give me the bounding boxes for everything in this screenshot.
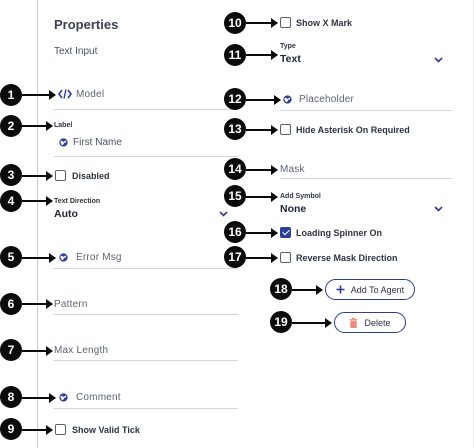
callout-18: 18 [270, 278, 292, 300]
max-length-underline [54, 360, 238, 361]
callout-11: 11 [224, 44, 246, 66]
callout-5-arrow [22, 253, 56, 263]
model-label: Model [76, 89, 105, 100]
callout-2: 2 [0, 115, 22, 137]
callout-7: 7 [0, 339, 22, 361]
disabled-label: Disabled [72, 171, 110, 181]
code-icon[interactable] [58, 89, 72, 99]
callout-13: 13 [224, 118, 246, 140]
callout-11-arrow [246, 50, 278, 60]
callout-19-arrow [292, 318, 332, 328]
reverse-mask-checkbox[interactable] [280, 252, 291, 263]
callout-12-arrow [246, 95, 281, 105]
hide-asterisk-checkbox[interactable] [280, 124, 291, 135]
text-direction-label: Text Direction [54, 198, 101, 205]
placeholder-underline [280, 110, 452, 111]
callout-12: 12 [224, 88, 246, 110]
callout-16-arrow [246, 228, 278, 238]
globe-icon[interactable] [59, 393, 68, 402]
callout-17-arrow [246, 253, 278, 263]
callout-7-arrow [22, 346, 53, 356]
callout-8: 8 [0, 386, 22, 408]
add-symbol-label: Add Symbol [280, 193, 321, 200]
text-direction-value[interactable]: Auto [54, 208, 78, 220]
callout-4: 4 [0, 190, 22, 212]
type-value[interactable]: Text [280, 53, 301, 65]
callout-3-arrow [22, 171, 53, 181]
comment-underline [54, 408, 238, 409]
hide-asterisk-label: Hide Asterisk On Required [296, 125, 410, 135]
callout-18-arrow [292, 285, 323, 295]
callout-16: 16 [224, 221, 246, 243]
loading-spinner-checkbox[interactable] [280, 227, 291, 238]
panel-left-border [37, 0, 38, 448]
show-valid-tick-checkbox[interactable] [55, 424, 66, 435]
callout-15-arrow [246, 192, 278, 202]
callout-6-arrow [22, 299, 53, 309]
globe-icon[interactable] [59, 138, 68, 147]
callout-9-arrow [22, 425, 53, 435]
show-valid-tick-label: Show Valid Tick [72, 425, 140, 435]
type-label: Type [280, 43, 296, 50]
callout-8-arrow [22, 393, 56, 403]
callout-10-arrow [246, 18, 278, 28]
max-length-input[interactable]: Max Length [54, 345, 108, 356]
label-underline [54, 156, 238, 157]
callout-4-arrow [22, 196, 53, 206]
error-msg-underline [54, 268, 238, 269]
delete-button[interactable]: Delete [334, 312, 406, 333]
globe-icon[interactable] [59, 253, 68, 262]
callout-1: 1 [0, 84, 22, 106]
mask-underline [280, 178, 452, 179]
label-field-label: Label [54, 122, 73, 129]
callout-14: 14 [224, 158, 246, 180]
pattern-input[interactable]: Pattern [54, 299, 88, 310]
panel-title: Properties [54, 17, 119, 32]
callout-13-arrow [246, 125, 278, 135]
comment-input[interactable]: Comment [76, 392, 121, 403]
disabled-checkbox[interactable] [55, 170, 66, 181]
add-symbol-value[interactable]: None [280, 203, 306, 215]
callout-9: 9 [0, 418, 22, 440]
callout-15: 15 [224, 185, 246, 207]
pattern-underline [54, 314, 238, 315]
chevron-down-icon[interactable] [219, 211, 228, 217]
callout-5: 5 [0, 246, 22, 268]
component-name: Text Input [54, 46, 98, 57]
add-to-agent-button[interactable]: Add To Agent [325, 279, 415, 300]
delete-label: Delete [364, 317, 391, 328]
add-to-agent-label: Add To Agent [350, 284, 405, 295]
callout-19: 19 [270, 311, 292, 333]
show-x-mark-checkbox[interactable] [280, 17, 291, 28]
trash-icon [349, 317, 358, 328]
callout-6: 6 [0, 293, 22, 315]
model-underline [54, 109, 238, 110]
chevron-down-icon[interactable] [434, 57, 443, 63]
callout-3: 3 [0, 164, 22, 186]
mask-input[interactable]: Mask [280, 164, 305, 175]
callout-14-arrow [246, 165, 278, 175]
callout-17: 17 [224, 246, 246, 268]
callout-1-arrow [22, 90, 56, 100]
plus-icon [336, 285, 345, 294]
callout-10: 10 [224, 12, 246, 34]
chevron-down-icon[interactable] [434, 206, 443, 212]
error-msg-input[interactable]: Error Msg [76, 252, 122, 263]
loading-spinner-label: Loading Spinner On [296, 228, 382, 238]
reverse-mask-label: Reverse Mask Direction [296, 253, 398, 263]
callout-2-arrow [22, 121, 53, 131]
label-field-input[interactable]: First Name [73, 137, 122, 148]
placeholder-input[interactable]: Placeholder [299, 94, 354, 105]
show-x-mark-label: Show X Mark [296, 18, 353, 28]
globe-icon[interactable] [283, 95, 292, 104]
